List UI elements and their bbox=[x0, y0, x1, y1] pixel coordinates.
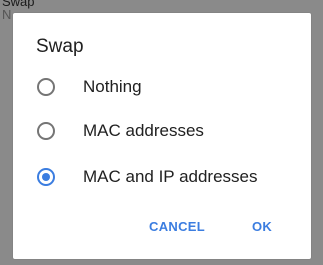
swap-dialog: Swap Nothing MAC addresses MAC and IP ad… bbox=[13, 13, 311, 259]
option-nothing[interactable]: Nothing bbox=[13, 67, 311, 111]
ok-button[interactable]: OK bbox=[252, 219, 272, 234]
background-setting-summary: N bbox=[2, 7, 12, 22]
dialog-title: Swap bbox=[36, 36, 84, 57]
cancel-button[interactable]: CANCEL bbox=[149, 219, 205, 234]
option-label: Nothing bbox=[83, 77, 142, 96]
option-label: MAC addresses bbox=[83, 121, 204, 140]
radio-unchecked-icon[interactable] bbox=[37, 78, 55, 96]
radio-unchecked-icon[interactable] bbox=[37, 122, 55, 140]
option-mac-addresses[interactable]: MAC addresses bbox=[13, 111, 311, 155]
option-mac-and-ip-addresses[interactable]: MAC and IP addresses bbox=[13, 157, 311, 201]
option-label: MAC and IP addresses bbox=[83, 167, 258, 186]
radio-checked-icon[interactable] bbox=[37, 168, 55, 186]
